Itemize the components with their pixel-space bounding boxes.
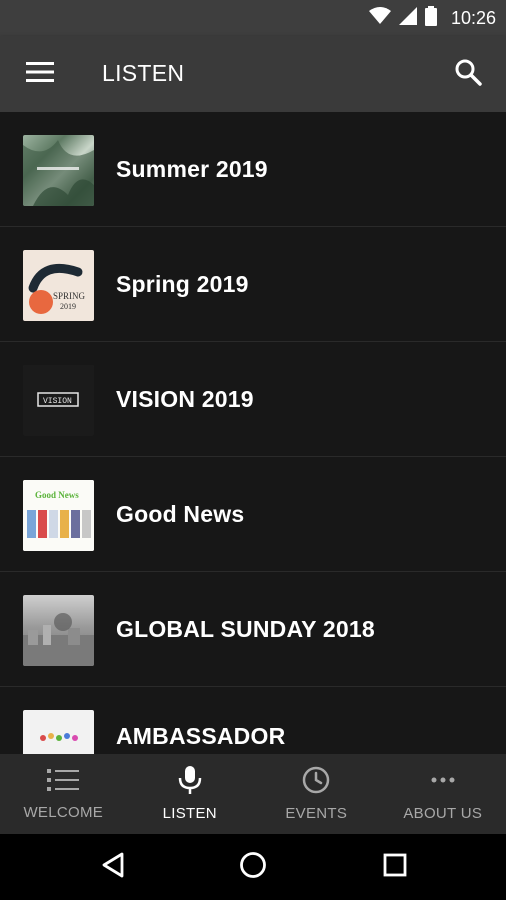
nav-events[interactable]: EVENTS (253, 754, 380, 834)
nav-welcome[interactable]: WELCOME (0, 754, 127, 834)
more-dots-icon (429, 766, 457, 799)
status-time: 10:26 (450, 7, 496, 28)
cell-signal-icon (398, 6, 417, 30)
back-triangle-icon (100, 851, 126, 884)
nav-listen[interactable]: LISTEN (127, 754, 254, 834)
status-bar: 10:26 (0, 0, 506, 36)
list-item[interactable]: SPRING 2019 Spring 2019 (0, 227, 506, 342)
nav-label: EVENTS (285, 805, 348, 822)
series-title: VISION 2019 (116, 386, 254, 412)
series-thumbnail (23, 710, 94, 754)
nav-label: WELCOME (23, 804, 104, 821)
recents-square-icon (382, 852, 408, 883)
series-thumbnail: SPRING 2019 (23, 250, 94, 321)
home-button[interactable] (238, 851, 268, 884)
nav-about-us[interactable]: ABOUT US (380, 754, 506, 834)
system-navigation-bar (0, 834, 506, 900)
svg-text:SPRING: SPRING (53, 291, 86, 301)
recents-button[interactable] (380, 852, 410, 882)
app-bar: LISTEN (0, 36, 506, 112)
series-thumbnail (23, 595, 94, 666)
list-icon (47, 767, 80, 798)
page-title: LISTEN (102, 60, 185, 86)
home-circle-icon (239, 851, 267, 884)
list-item[interactable]: GLOBAL SUNDAY 2018 (0, 572, 506, 687)
status-icons: 10:26 (368, 0, 496, 36)
menu-button[interactable] (22, 58, 58, 90)
series-title: Spring 2019 (116, 271, 249, 297)
list-item[interactable]: VISION VISION 2019 (0, 342, 506, 457)
nav-label: LISTEN (162, 805, 217, 822)
search-icon (454, 58, 482, 91)
series-thumbnail (23, 135, 94, 206)
battery-icon (424, 5, 437, 31)
hamburger-icon (26, 61, 54, 88)
svg-text:Good News: Good News (35, 490, 79, 500)
list-item[interactable]: Summer 2019 (0, 112, 506, 227)
series-thumbnail: Good News (23, 480, 94, 551)
clock-icon (302, 766, 330, 799)
list-item[interactable]: Good News Good News (0, 457, 506, 572)
series-title: Good News (116, 501, 245, 527)
back-button[interactable] (98, 852, 128, 882)
series-title: AMBASSADOR (116, 723, 286, 749)
series-list: Summer 2019 SPRING 2019 Spring 2019 VISI… (0, 112, 506, 754)
nav-label: ABOUT US (403, 805, 483, 822)
microphone-icon (177, 766, 203, 799)
series-title: GLOBAL SUNDAY 2018 (116, 616, 375, 642)
bottom-navigation: WELCOME LISTEN EVENTS ABOUT US (0, 754, 506, 834)
series-thumbnail: VISION (23, 365, 94, 436)
list-item[interactable]: AMBASSADOR (0, 687, 506, 754)
svg-text:2019: 2019 (60, 302, 76, 311)
search-button[interactable] (450, 56, 486, 92)
series-title: Summer 2019 (116, 156, 268, 182)
wifi-icon (368, 6, 391, 30)
svg-text:VISION: VISION (43, 397, 72, 406)
